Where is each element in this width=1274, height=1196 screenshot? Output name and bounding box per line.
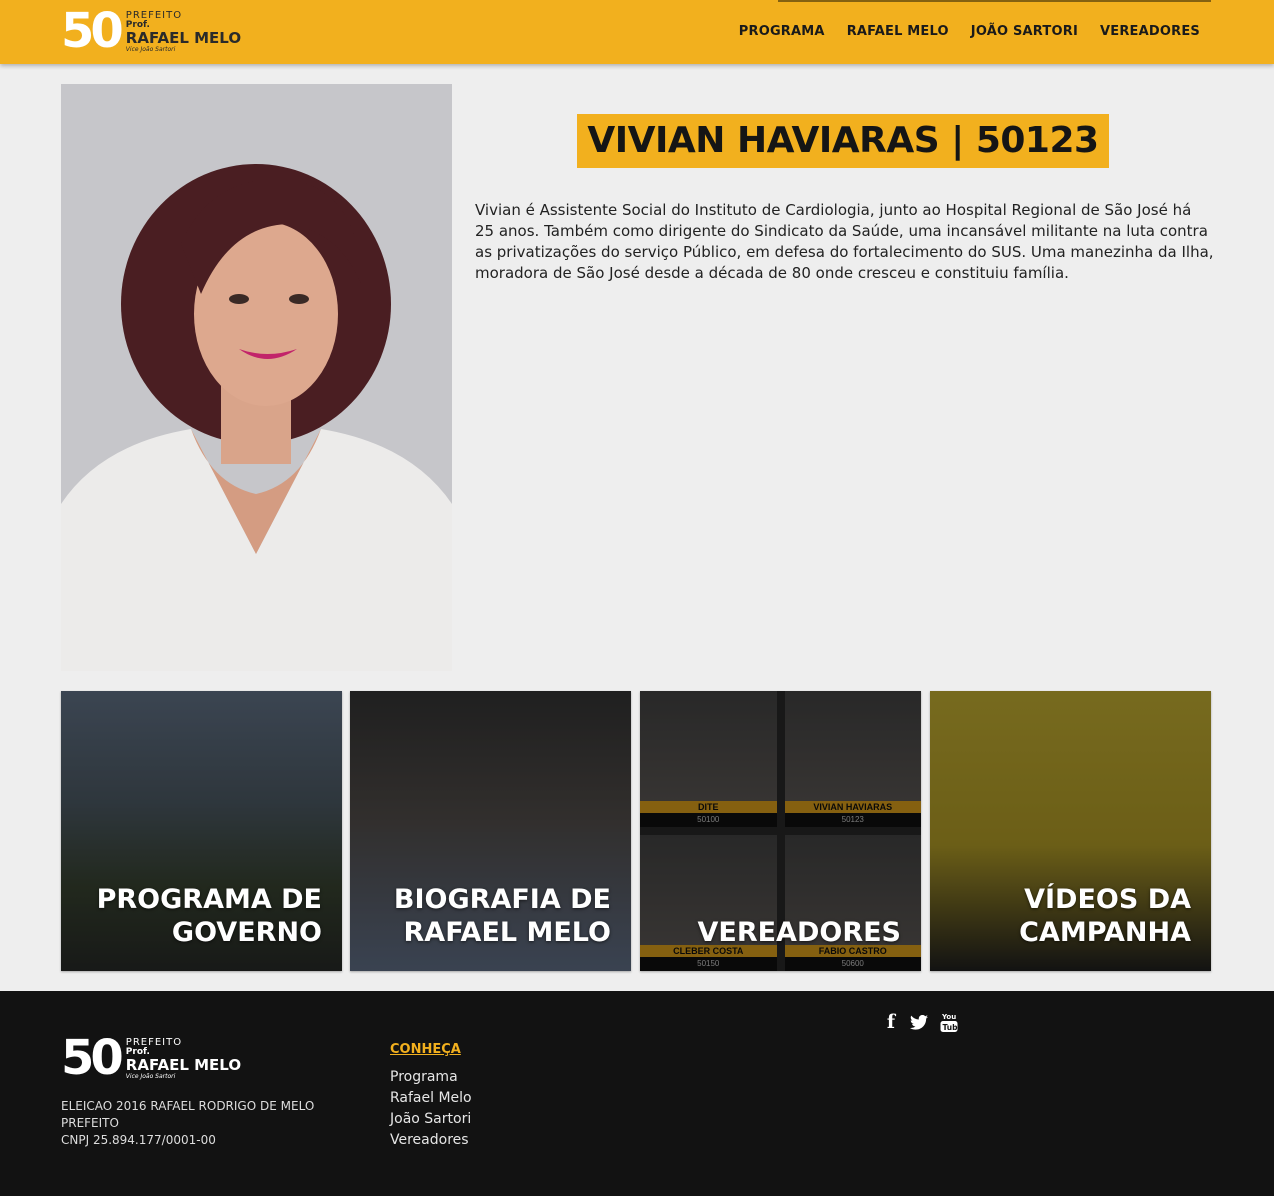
tile-label-line2: RAFAEL MELO [403, 917, 611, 948]
nav-top-line [778, 0, 1211, 2]
logo-number: 50 [61, 3, 124, 59]
logo-line-vice: Vice João Sartori [125, 46, 176, 53]
tile-label: BIOGRAFIA DE RAFAEL MELO [394, 883, 611, 949]
footer-link-joao-sartori[interactable]: João Sartori [390, 1109, 472, 1130]
site-footer: 50 PREFEITO Prof. RAFAEL MELO Vice João … [0, 991, 1274, 1196]
tile-label-line2: GOVERNO [171, 917, 322, 948]
main-nav: PROGRAMA RAFAEL MELO JOÃO SARTORI VEREAD… [739, 24, 1200, 39]
logo-number: 50 [61, 1030, 124, 1086]
svg-text:Tube: Tube [943, 1023, 959, 1032]
svg-text:You: You [941, 1013, 956, 1021]
tile-label-line1: BIOGRAFIA DE [393, 884, 611, 915]
footer-logo[interactable]: 50 PREFEITO Prof. RAFAEL MELO Vice João … [61, 1030, 241, 1086]
twitter-icon[interactable] [910, 1014, 928, 1030]
footer-link-vereadores[interactable]: Vereadores [390, 1130, 472, 1151]
candidate-photo [61, 84, 452, 671]
site-header: 50 PREFEITO Prof. RAFAEL MELO Vice João … [0, 0, 1274, 64]
logo-line-name: RAFAEL MELO [125, 1056, 242, 1074]
tile-vereadores[interactable]: DITE 50100 VIVIAN HAVIARAS 50123 CLEBER … [640, 691, 921, 971]
tile-label-line1: VÍDEOS DA [1024, 884, 1191, 915]
tile-label-line2: CAMPANHA [1019, 917, 1191, 948]
logo-line-vice: Vice João Sartori [125, 1073, 176, 1080]
tile-label: VEREADORES [697, 916, 901, 949]
facebook-icon[interactable]: f [884, 1012, 898, 1032]
legal-line-cnpj: CNPJ 25.894.177/0001-00 [61, 1133, 216, 1147]
nav-rafael-melo[interactable]: RAFAEL MELO [847, 24, 949, 39]
nav-programa[interactable]: PROGRAMA [739, 24, 825, 39]
tile-label-line1: PROGRAMA DE [96, 884, 322, 915]
candidate-title: VIVIAN HAVIARAS | 50123 [577, 114, 1109, 168]
header-logo[interactable]: 50 PREFEITO Prof. RAFAEL MELO Vice João … [61, 3, 241, 59]
logo-text: PREFEITO Prof. RAFAEL MELO Vice João Sar… [126, 10, 241, 53]
legal-line: ELEICAO 2016 RAFAEL RODRIGO DE MELO [61, 1099, 315, 1113]
tile-label: VÍDEOS DA CAMPANHA [1019, 883, 1191, 949]
tile-programa-de-governo[interactable]: PROGRAMA DE GOVERNO [61, 691, 342, 971]
candidate-bio: Vivian é Assistente Social do Instituto … [475, 201, 1214, 282]
tile-videos-da-campanha[interactable]: VÍDEOS DA CAMPANHA [930, 691, 1211, 971]
footer-link-programa[interactable]: Programa [390, 1067, 472, 1088]
nav-joao-sartori[interactable]: JOÃO SARTORI [971, 24, 1078, 39]
footer-legal: ELEICAO 2016 RAFAEL RODRIGO DE MELO PREF… [61, 1098, 331, 1149]
candidate-portrait-illustration [61, 84, 452, 671]
nav-vereadores[interactable]: VEREADORES [1100, 24, 1200, 39]
candidate-title-wrap: VIVIAN HAVIARAS | 50123 [475, 114, 1211, 168]
logo-line-name: RAFAEL MELO [125, 29, 242, 47]
youtube-icon[interactable]: You Tube [940, 1011, 958, 1033]
logo-text: PREFEITO Prof. RAFAEL MELO Vice João Sar… [126, 1037, 241, 1080]
legal-line: PREFEITO [61, 1116, 119, 1130]
tile-label-line2: VEREADORES [697, 917, 901, 948]
conheca-heading: CONHEÇA [390, 1042, 461, 1057]
footer-conheca: CONHEÇA Programa Rafael Melo João Sartor… [390, 1042, 472, 1151]
tile-biografia[interactable]: BIOGRAFIA DE RAFAEL MELO [350, 691, 631, 971]
social-links: f You Tube [884, 1011, 958, 1033]
tile-label: PROGRAMA DE GOVERNO [97, 883, 322, 949]
footer-link-rafael-melo[interactable]: Rafael Melo [390, 1088, 472, 1109]
